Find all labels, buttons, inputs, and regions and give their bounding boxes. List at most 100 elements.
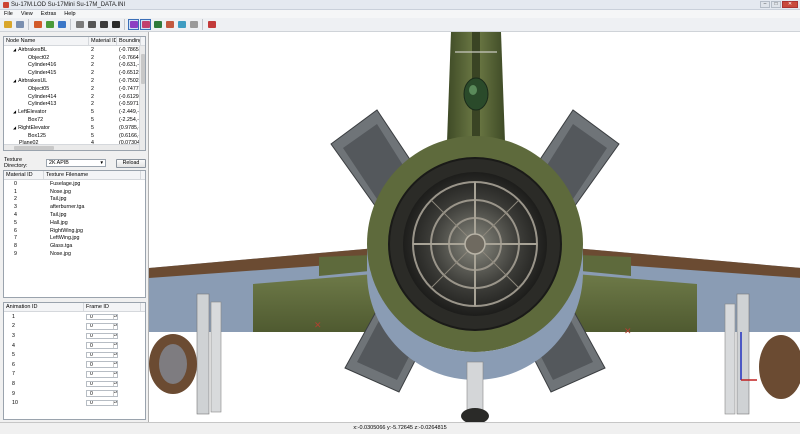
toolbar-separator bbox=[124, 19, 125, 30]
mode-b-button[interactable] bbox=[140, 19, 151, 30]
mode-d-button[interactable] bbox=[164, 19, 175, 30]
right-wing: ✕ bbox=[551, 246, 800, 415]
frame-id-stepper[interactable]: 0 ▴▾ bbox=[86, 380, 118, 388]
texture-row[interactable]: 9 Nose.jpg bbox=[4, 250, 145, 258]
tree-row[interactable]: ◢ RightElevator 5 (0.9785,-0 bbox=[4, 124, 145, 132]
textured-button[interactable] bbox=[110, 19, 121, 30]
expander-icon[interactable]: ◢ bbox=[13, 78, 16, 83]
move-button[interactable] bbox=[44, 19, 55, 30]
solid-button[interactable] bbox=[86, 19, 97, 30]
frame-id-stepper[interactable]: 0 ▴▾ bbox=[86, 323, 118, 330]
animation-id: 10 bbox=[12, 400, 18, 407]
tree-row[interactable]: Cylinder415 2 (-0.6512,- bbox=[4, 69, 145, 77]
texture-row[interactable]: 0 Fuselage.jpg bbox=[4, 180, 145, 188]
svg-text:✕: ✕ bbox=[314, 320, 322, 330]
column-bounding[interactable]: Bounding bbox=[117, 37, 141, 46]
grid-button[interactable] bbox=[188, 19, 199, 30]
animation-id: 6 bbox=[12, 361, 15, 368]
tree-node-cell: Object05 bbox=[4, 86, 89, 92]
box-button[interactable] bbox=[74, 19, 85, 30]
texture-directory-select[interactable]: 2K APIB ▼ bbox=[46, 159, 106, 167]
rotate-button[interactable] bbox=[32, 19, 43, 30]
save-button[interactable] bbox=[14, 19, 25, 30]
minimize-button[interactable]: – bbox=[760, 1, 770, 8]
frame-id-stepper[interactable]: 0 ▴▾ bbox=[86, 313, 118, 321]
menu-help[interactable]: Help bbox=[60, 11, 79, 17]
texture-row[interactable]: 8 Glass.tga bbox=[4, 242, 145, 250]
node-bounding: (-0.631,-3 bbox=[119, 62, 141, 69]
toolbar bbox=[0, 18, 800, 32]
frame-id-stepper[interactable]: 0 ▴▾ bbox=[86, 399, 118, 407]
mode-c-button[interactable] bbox=[152, 19, 163, 30]
tree-row[interactable]: Cylinder416 2 (-0.631,-3 bbox=[4, 62, 145, 70]
frame-id-stepper[interactable]: 0 ▴▾ bbox=[86, 390, 118, 397]
tools-button[interactable] bbox=[206, 19, 217, 30]
stepper-arrows-icon[interactable]: ▴▾ bbox=[113, 314, 117, 320]
shaded-button[interactable] bbox=[98, 19, 109, 30]
texture-row[interactable]: 4 Tail.jpg bbox=[4, 211, 145, 219]
stepper-arrows-icon[interactable]: ▴▾ bbox=[113, 391, 117, 396]
column-node-name[interactable]: Node Name bbox=[4, 37, 89, 46]
maximize-button[interactable]: □ bbox=[771, 1, 781, 8]
tree-row[interactable]: Box72 5 (-2.254,-0 bbox=[4, 116, 145, 124]
tree-row[interactable]: Box125 5 (0.6166,-0 bbox=[4, 132, 145, 140]
stepper-arrows-icon[interactable]: ▴▾ bbox=[113, 401, 117, 406]
texture-row[interactable]: 6 RightWing.jpg bbox=[4, 227, 145, 235]
close-button[interactable]: ✕ bbox=[782, 1, 798, 8]
stepper-arrows-icon[interactable]: ▴▾ bbox=[113, 334, 117, 339]
expander-icon[interactable]: ◢ bbox=[13, 109, 16, 114]
node-bounding: (-0.5971,- bbox=[119, 101, 141, 108]
tree-row[interactable]: Object02 2 (-0.7664,- bbox=[4, 54, 145, 62]
texture-row[interactable]: 1 Nose.jpg bbox=[4, 188, 145, 196]
viewport-3d[interactable]: ✕ ✕ bbox=[148, 32, 800, 422]
frame-id-stepper[interactable]: 0 ▴▾ bbox=[86, 371, 118, 378]
column-material-id[interactable]: Material ID bbox=[89, 37, 117, 46]
stepper-arrows-icon[interactable]: ▴▾ bbox=[113, 372, 117, 377]
tree-node-cell: Cylinder415 bbox=[4, 70, 89, 76]
reload-button[interactable]: Reload bbox=[116, 158, 146, 168]
column-frame-id[interactable]: Frame ID bbox=[84, 303, 141, 312]
animation-id: 9 bbox=[12, 390, 15, 397]
mode-e-button[interactable] bbox=[176, 19, 187, 30]
texture-row[interactable]: 2 Tail.jpg bbox=[4, 196, 145, 204]
column-texture-filename[interactable]: Texture Filename bbox=[44, 171, 141, 180]
node-bounding: (-0.6129,- bbox=[119, 93, 141, 100]
texture-row[interactable]: 5 Hall.jpg bbox=[4, 219, 145, 227]
mode-a-button[interactable] bbox=[128, 19, 139, 30]
tree-row[interactable]: ◢ AirbrakesUL 2 (-0.7502,- bbox=[4, 77, 145, 85]
stepper-arrows-icon[interactable]: ▴▾ bbox=[113, 324, 117, 329]
frame-id-value: 0 bbox=[90, 371, 93, 378]
texture-filename: afterburner.tga bbox=[50, 204, 85, 211]
node-tree-hscrollbar[interactable] bbox=[4, 144, 139, 150]
stepper-arrows-icon[interactable]: ▴▾ bbox=[113, 382, 117, 387]
texture-row[interactable]: 3 afterburner.tga bbox=[4, 203, 145, 211]
texture-material-id: 4 bbox=[14, 212, 17, 219]
tree-row[interactable]: ◢ AirbrakesBL 2 (-0.7865,- bbox=[4, 46, 145, 54]
stepper-arrows-icon[interactable]: ▴▾ bbox=[113, 343, 117, 348]
stepper-arrows-icon[interactable]: ▴▾ bbox=[113, 353, 117, 358]
column-material-id[interactable]: Material ID bbox=[4, 171, 44, 180]
frame-id-value: 0 bbox=[90, 313, 93, 320]
expander-icon[interactable]: ◢ bbox=[13, 47, 16, 52]
texture-row[interactable]: 7 LeftWing.jpg bbox=[4, 235, 145, 243]
menu-view[interactable]: View bbox=[17, 11, 37, 17]
tree-row[interactable]: ◢ LeftElevator 5 (-2.449,-0 bbox=[4, 108, 145, 116]
menu-file[interactable]: File bbox=[0, 11, 17, 17]
tree-row[interactable]: Object05 2 (-0.7477,- bbox=[4, 85, 145, 93]
node-tree-vscrollbar[interactable] bbox=[139, 46, 145, 150]
stepper-arrows-icon[interactable]: ▴▾ bbox=[113, 362, 117, 368]
expander-icon[interactable]: ◢ bbox=[13, 125, 16, 130]
frame-id-stepper[interactable]: 0 ▴▾ bbox=[86, 351, 118, 359]
column-animation-id[interactable]: Animation ID bbox=[4, 303, 84, 312]
frame-id-stepper[interactable]: 0 ▴▾ bbox=[86, 332, 118, 340]
node-tree-panel: Node Name Material ID Bounding ◢ Airbrake… bbox=[3, 36, 146, 151]
tree-row[interactable]: Cylinder413 2 (-0.5971,- bbox=[4, 101, 145, 109]
open-button[interactable] bbox=[2, 19, 13, 30]
frame-id-stepper[interactable]: 0 ▴▾ bbox=[86, 342, 118, 349]
tree-row[interactable]: Cylinder414 2 (-0.6129,- bbox=[4, 93, 145, 101]
scale-button[interactable] bbox=[56, 19, 67, 30]
node-material-id: 2 bbox=[91, 46, 94, 53]
fuselage bbox=[367, 136, 583, 380]
menu-extras[interactable]: Extras bbox=[37, 11, 61, 17]
frame-id-stepper[interactable]: 0 ▴▾ bbox=[86, 361, 118, 369]
